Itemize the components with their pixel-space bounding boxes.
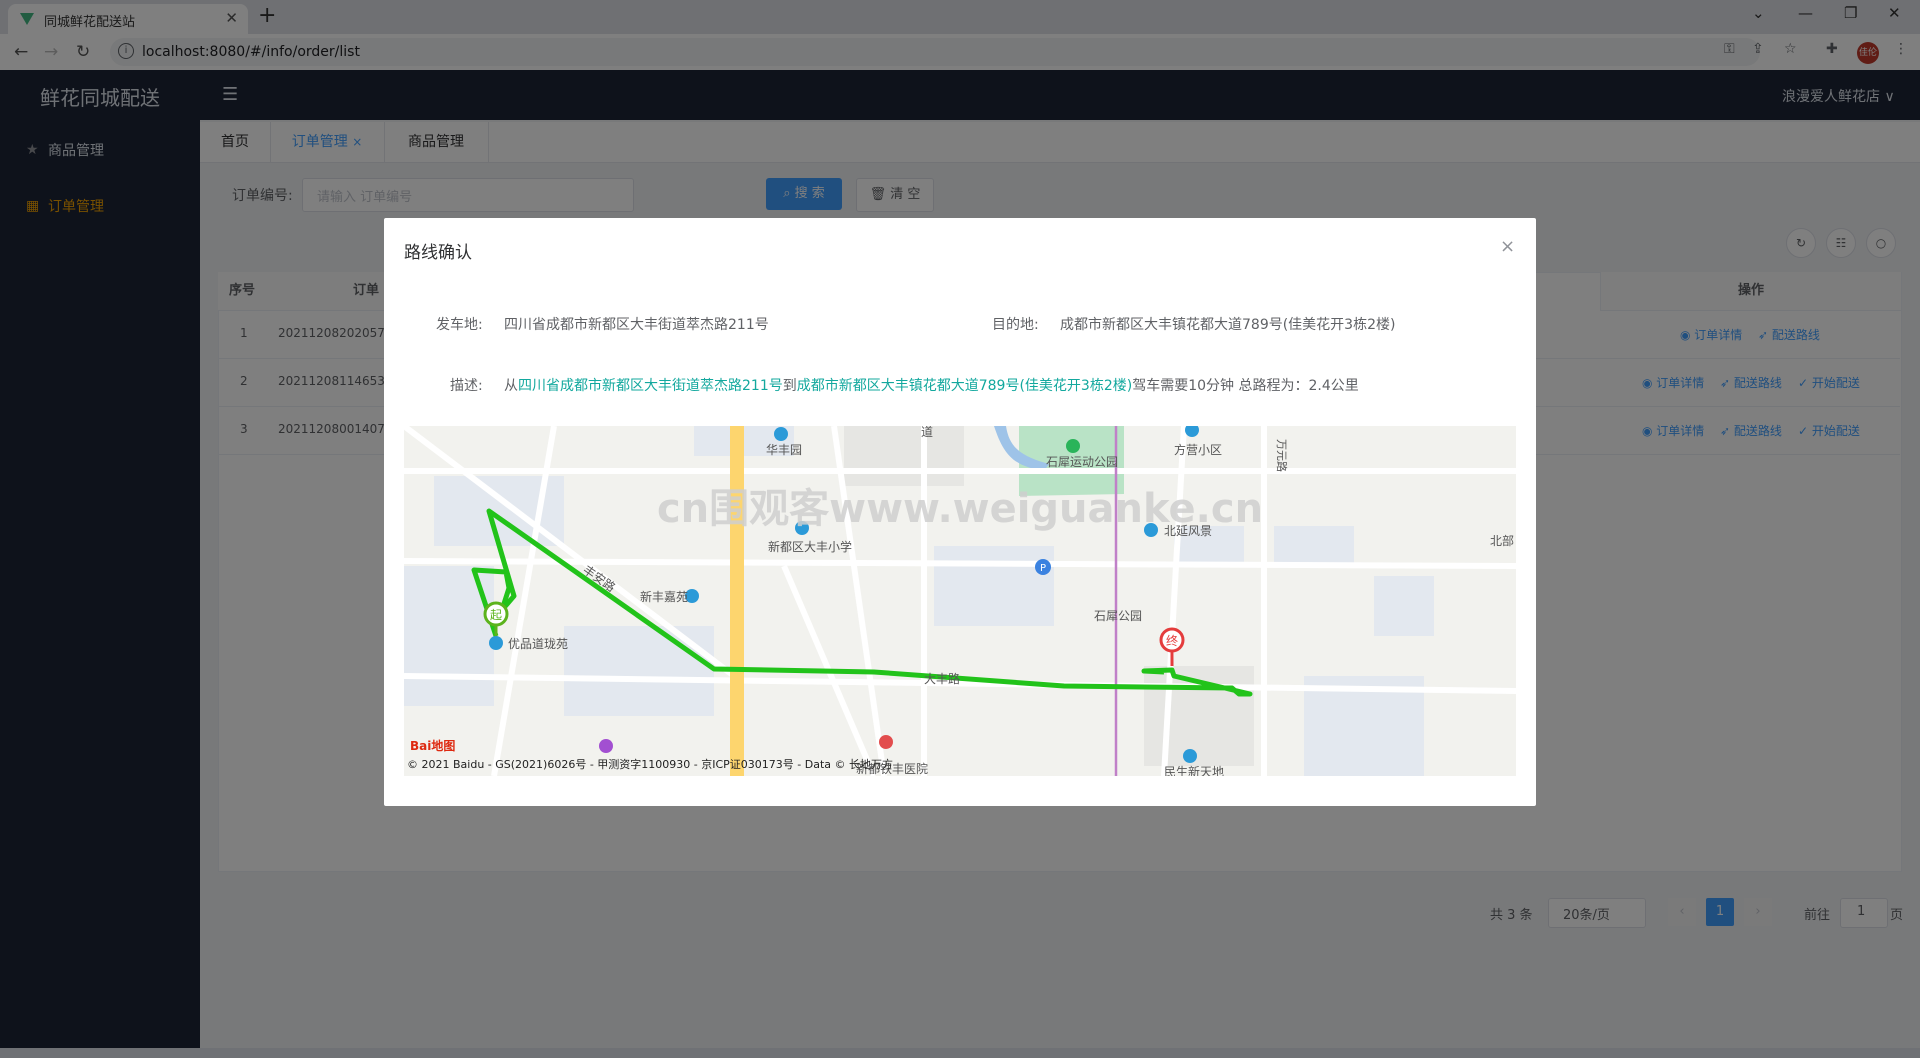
svg-text:优品道珑苑: 优品道珑苑 [508,637,568,651]
dest-value: 成都市新都区大丰镇花都大道789号(佳美花开3栋2楼) [1060,317,1396,333]
svg-text:起: 起 [490,608,502,622]
baidu-logo: Bai地图 [410,738,455,753]
svg-text:石犀运动公园: 石犀运动公园 [1046,455,1118,469]
svg-text:石犀公园: 石犀公园 [1094,609,1142,623]
svg-text:新丰嘉苑: 新丰嘉苑 [640,589,688,604]
route-description: 从四川省成都市新都区大丰街道萃杰路211号到成都市新都区大丰镇花都大道789号(… [504,378,1359,394]
svg-text:P: P [1040,563,1046,574]
desc-label: 描述: [450,378,483,394]
origin-value: 四川省成都市新都区大丰街道萃杰路211号 [504,317,769,333]
svg-text:道: 道 [921,426,933,439]
svg-text:新都区大丰小学: 新都区大丰小学 [768,539,852,554]
dest-label: 目的地: [992,317,1039,333]
origin-label: 发车地: [436,317,483,333]
svg-text:北部: 北部 [1490,533,1514,548]
watermark-text: cn围观客www.weiguanke.cn [657,486,1263,532]
svg-text:方营小区: 方营小区 [1174,442,1222,457]
map-copyright: © 2021 Baidu - GS(2021)6026号 - 甲测资字11009… [407,757,893,771]
route-map[interactable]: 起 终 P 华丰园 石犀运动公园 方营小区 万元路 道 新都区大丰小学 北延风景 [404,426,1516,776]
dialog-title: 路线确认 [404,243,472,263]
svg-text:万元路: 万元路 [1275,439,1288,472]
dialog-close-icon[interactable]: × [1500,236,1515,257]
svg-text:终: 终 [1166,633,1178,648]
desc-origin-link: 四川省成都市新都区大丰街道萃杰路211号 [518,378,783,394]
svg-text:大丰路: 大丰路 [924,671,960,686]
desc-dest-link: 成都市新都区大丰镇花都大道789号(佳美花开3栋2楼) [796,378,1133,394]
svg-text:民生新天地: 民生新天地 [1164,764,1224,776]
map-canvas[interactable]: 起 终 P 华丰园 石犀运动公园 方营小区 万元路 道 新都区大丰小学 北延风景 [404,426,1516,776]
svg-text:华丰园: 华丰园 [766,443,802,457]
